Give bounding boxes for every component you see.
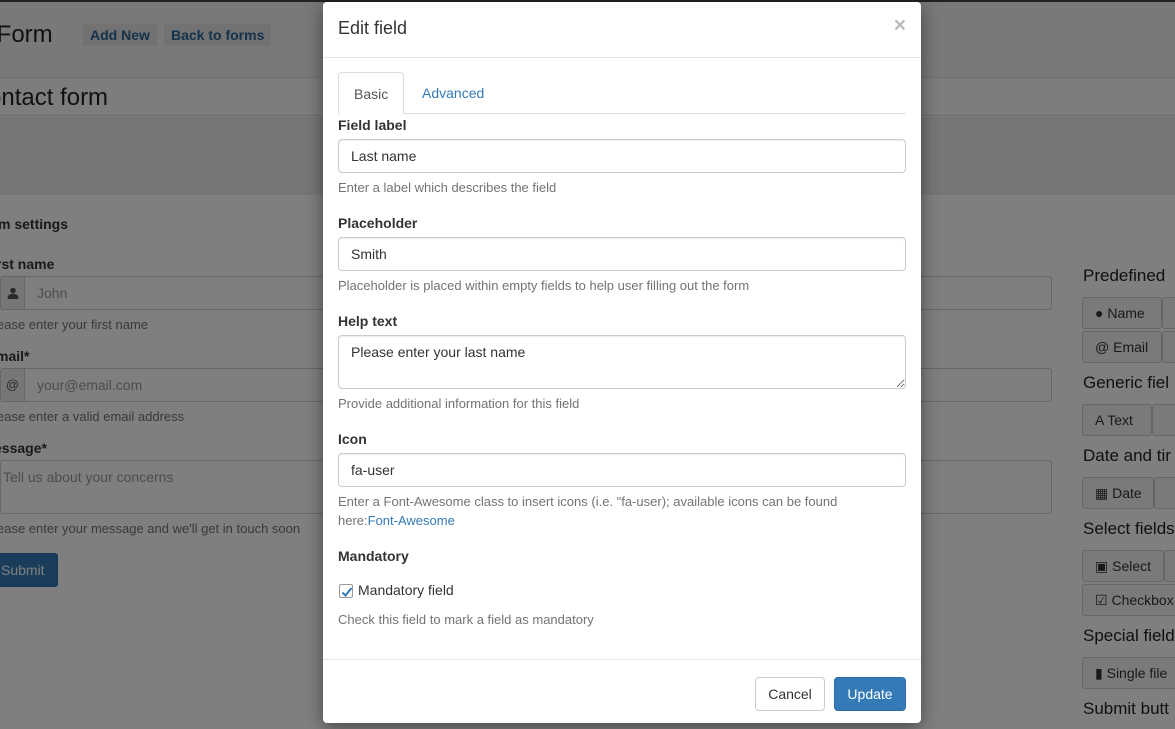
field-label-input[interactable] xyxy=(338,139,906,173)
help-text-textarea[interactable]: Please enter your last name xyxy=(338,335,906,389)
modal-footer: Cancel Update xyxy=(323,659,921,723)
icon-help: Enter a Font-Awesome class to insert ico… xyxy=(338,492,898,530)
icon-help-text: Enter a Font-Awesome class to insert ico… xyxy=(338,494,838,509)
close-icon[interactable]: × xyxy=(894,14,906,38)
edit-field-modal: Edit field × Basic Advanced Field label … xyxy=(323,2,921,723)
tab-basic[interactable]: Basic xyxy=(338,72,405,115)
mandatory-checkbox-label[interactable]: Mandatory field xyxy=(358,582,454,598)
icon-heading: Icon xyxy=(338,431,367,447)
mandatory-heading: Mandatory xyxy=(338,548,409,564)
field-tabs: Basic Advanced xyxy=(338,72,906,115)
field-label-heading: Field label xyxy=(338,117,407,133)
modal-header: Edit field × xyxy=(323,2,921,58)
font-awesome-link[interactable]: Font-Awesome xyxy=(368,513,455,528)
cancel-button[interactable]: Cancel xyxy=(755,677,825,711)
icon-input[interactable] xyxy=(338,453,906,487)
help-text-help: Provide additional information for this … xyxy=(338,396,580,411)
mandatory-checkbox[interactable] xyxy=(339,584,353,598)
field-label-help: Enter a label which describes the field xyxy=(338,180,557,195)
modal-title: Edit field xyxy=(338,18,408,38)
check-icon xyxy=(341,587,353,597)
icon-help-prefix: here: xyxy=(338,513,368,528)
update-button[interactable]: Update xyxy=(834,677,906,711)
placeholder-input[interactable] xyxy=(338,237,906,271)
placeholder-help: Placeholder is placed within empty field… xyxy=(338,278,750,293)
tab-advanced[interactable]: Advanced xyxy=(407,72,499,114)
placeholder-heading: Placeholder xyxy=(338,215,418,231)
help-text-heading: Help text xyxy=(338,313,398,329)
mandatory-help: Check this field to mark a field as mand… xyxy=(338,612,594,627)
